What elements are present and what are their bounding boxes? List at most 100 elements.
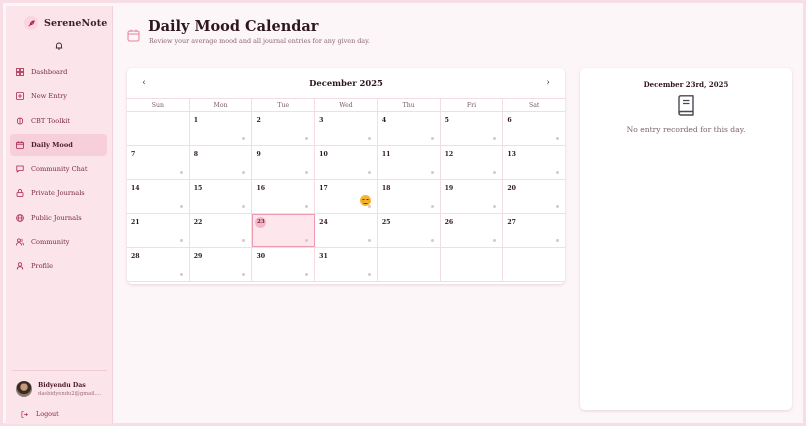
- weekday-label: Sat: [528, 102, 540, 109]
- calendar-day-3[interactable]: 3: [315, 112, 378, 145]
- entry-dot: [242, 137, 246, 140]
- day-number: 29: [193, 253, 203, 260]
- sidebar-item-label: Community Chat: [31, 165, 88, 174]
- day-number: 15: [193, 185, 203, 192]
- feather-icon: [24, 16, 38, 30]
- entry-dot: [556, 205, 560, 208]
- calendar-day-12[interactable]: 12: [441, 146, 504, 179]
- calendar-day-1[interactable]: 1: [190, 112, 253, 145]
- page-title: Daily Mood Calendar: [148, 18, 319, 35]
- bell-icon[interactable]: [54, 36, 64, 50]
- day-number: 11: [381, 151, 391, 158]
- weekday-label: Thu: [378, 99, 441, 111]
- user-profile-card[interactable]: Bidyendu Das dasbidyendu2@gmail....: [16, 381, 101, 397]
- calendar-day-6[interactable]: 6: [503, 112, 565, 145]
- entry-dot: [367, 171, 371, 174]
- calendar-day-26[interactable]: 26: [441, 214, 504, 247]
- calendar-day-27[interactable]: 27: [503, 214, 565, 247]
- logout-icon: [21, 410, 28, 418]
- weekday-label: Wed: [315, 99, 378, 111]
- next-month-button[interactable]: ›: [541, 76, 555, 90]
- sidebar-item-private-journals[interactable]: Private Journals: [10, 182, 107, 204]
- calendar-day-21[interactable]: 21: [127, 214, 190, 247]
- day-number: 21: [131, 219, 140, 226]
- sidebar-item-label: Daily Mood: [31, 140, 73, 149]
- day-number: 23: [255, 217, 267, 228]
- calendar-day-31[interactable]: 31: [315, 248, 378, 281]
- brand[interactable]: SereneNote: [24, 16, 107, 30]
- entry-dot: [556, 239, 560, 242]
- entry-dot: [430, 205, 434, 208]
- calendar-day-18[interactable]: 18: [378, 180, 441, 213]
- calendar-icon: [16, 141, 24, 149]
- day-number: 10: [319, 151, 328, 158]
- calendar-day-11[interactable]: 11: [378, 146, 441, 179]
- calendar-day-28[interactable]: 28: [127, 248, 190, 281]
- users-icon: [16, 238, 24, 246]
- entry-dot: [305, 239, 309, 242]
- globe-icon: [16, 213, 24, 222]
- sidebar-item-dashboard[interactable]: Dashboard: [10, 61, 107, 83]
- sidebar-item-cbt-toolkit[interactable]: CBT Toolkit: [10, 110, 107, 132]
- calendar-day-5[interactable]: 5: [441, 112, 504, 145]
- entry-dot: [556, 171, 560, 174]
- day-number: 14: [131, 185, 140, 192]
- calendar-day-29[interactable]: 29: [190, 248, 253, 281]
- day-number: 20: [507, 185, 516, 192]
- entry-dot: [430, 171, 434, 174]
- day-number: 7: [131, 151, 136, 158]
- entry-dot: [179, 239, 183, 242]
- calendar-day-30[interactable]: 30: [252, 248, 316, 281]
- sidebar-item-profile[interactable]: Profile: [10, 255, 107, 277]
- book-icon: [677, 95, 695, 116]
- calendar-day-2[interactable]: 2: [252, 112, 316, 145]
- day-number: 6: [507, 117, 512, 124]
- day-number: 16: [256, 185, 266, 192]
- day-number: 4: [381, 117, 387, 124]
- calendar-day-8[interactable]: 8: [190, 146, 253, 179]
- sidebar-item-community-chat[interactable]: Community Chat: [10, 158, 107, 180]
- sidebar-item-community[interactable]: Community: [10, 231, 107, 253]
- day-number: 18: [381, 185, 391, 192]
- sidebar-item-daily-mood[interactable]: Daily Mood: [10, 133, 107, 156]
- calendar-month: December 2025: [309, 78, 383, 88]
- calendar-day-9[interactable]: 9: [252, 146, 316, 179]
- logout-label: Logout: [36, 410, 59, 418]
- day-number: 5: [444, 117, 449, 124]
- sidebar-item-public-journals[interactable]: Public Journals: [10, 207, 107, 229]
- calendar-day-15[interactable]: 15: [190, 180, 253, 213]
- day-number: 22: [193, 219, 203, 226]
- user-email: dasbidyendu2@gmail....: [38, 390, 102, 397]
- day-number: 31: [319, 253, 328, 260]
- calendar-day-16[interactable]: 16: [252, 180, 316, 213]
- day-number: 19: [444, 185, 454, 192]
- calendar-day-19[interactable]: 19: [441, 180, 504, 213]
- day-number: 17: [319, 185, 328, 192]
- calendar-card: ‹ December 2025 › Sun Mon Tue Wed Thu Fr…: [127, 68, 565, 284]
- calendar-day-10[interactable]: 10: [315, 146, 378, 179]
- calendar-day-7[interactable]: 7: [127, 146, 190, 179]
- calendar-day-14[interactable]: 14: [127, 180, 190, 213]
- calendar-day-25[interactable]: 25: [378, 214, 441, 247]
- calendar-day-13[interactable]: 13: [503, 146, 565, 179]
- day-number: 26: [444, 219, 454, 226]
- entry-dot: [556, 137, 560, 140]
- calendar-day-24[interactable]: 24: [315, 214, 378, 247]
- logout-button[interactable]: Logout: [21, 410, 59, 418]
- user-icon: [16, 262, 24, 270]
- sidebar-item-label: Profile: [31, 262, 53, 271]
- calendar-day-20[interactable]: 20: [503, 180, 565, 213]
- sidebar-item-new-entry[interactable]: New Entry: [10, 85, 107, 107]
- selected-date: December 23rd, 2025: [643, 80, 729, 89]
- calendar-day-17[interactable]: 17: [315, 180, 378, 213]
- calendar-day-4[interactable]: 4: [378, 112, 441, 145]
- day-number: 28: [131, 253, 140, 260]
- calendar-day-22[interactable]: 22: [190, 214, 253, 247]
- entry-dot: [493, 205, 497, 208]
- weekday-label: Tue: [252, 99, 316, 111]
- entry-dot: [367, 137, 371, 140]
- brain-icon: [16, 117, 24, 124]
- entry-dot: [179, 171, 183, 174]
- calendar-day-23[interactable]: 23: [252, 214, 316, 247]
- entry-dot: [493, 137, 497, 140]
